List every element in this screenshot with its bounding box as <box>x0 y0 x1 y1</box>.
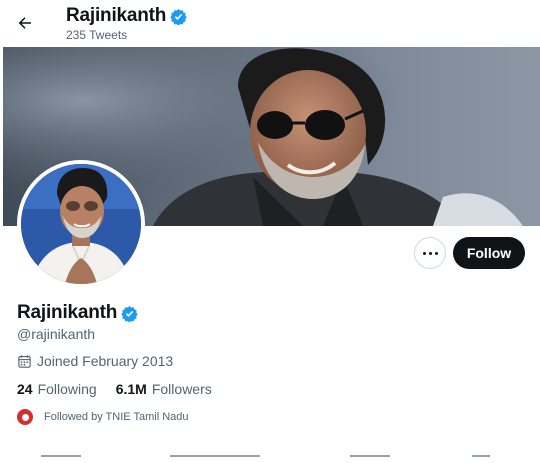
back-arrow-icon <box>18 17 31 29</box>
profile-header-bar: Rajinikanth 235 Tweets <box>0 0 540 46</box>
follow-button[interactable]: Follow <box>453 237 525 269</box>
followers-label: Followers <box>151 381 212 397</box>
following-label: Following <box>37 381 97 397</box>
profile-name: Rajinikanth <box>17 302 118 323</box>
follower-avatar-icon <box>17 409 33 425</box>
back-button[interactable] <box>12 10 38 36</box>
more-options-button[interactable] <box>414 237 446 269</box>
verified-badge-icon[interactable] <box>121 305 138 322</box>
tab-likes-partial[interactable] <box>472 455 490 463</box>
tab-tweets-partial[interactable] <box>41 455 81 463</box>
avatar-image <box>21 164 141 284</box>
follow-stats: 24 Following 6.1M Followers <box>17 381 212 397</box>
profile-name-row: Rajinikanth <box>17 302 138 324</box>
avatar-portrait-image <box>21 164 141 284</box>
profile-handle: @rajinikanth <box>17 326 96 342</box>
profile-avatar[interactable] <box>17 160 145 288</box>
more-dot-icon <box>434 251 438 255</box>
profile-tabs-partial <box>0 455 540 463</box>
followers-count: 6.1M <box>115 381 147 397</box>
following-link[interactable]: 24 Following <box>17 381 97 397</box>
more-dot-icon <box>428 251 432 255</box>
more-dot-icon <box>422 251 426 255</box>
calendar-icon <box>18 354 31 368</box>
verified-badge-icon <box>170 8 187 25</box>
joined-date: Joined February 2013 <box>17 353 173 369</box>
tab-media-partial[interactable] <box>350 455 390 463</box>
tweet-count: 235 Tweets <box>66 28 128 42</box>
tab-replies-partial[interactable] <box>170 455 260 463</box>
followed-by-text: Followed by TNIE Tamil Nadu <box>44 411 189 423</box>
followed-by-row[interactable]: Followed by TNIE Tamil Nadu <box>17 409 189 425</box>
following-count: 24 <box>17 381 33 397</box>
header-name: Rajinikanth <box>66 5 167 26</box>
header-name-row: Rajinikanth <box>66 5 187 27</box>
joined-text: Joined February 2013 <box>37 353 174 369</box>
followers-link[interactable]: 6.1M Followers <box>116 381 212 397</box>
